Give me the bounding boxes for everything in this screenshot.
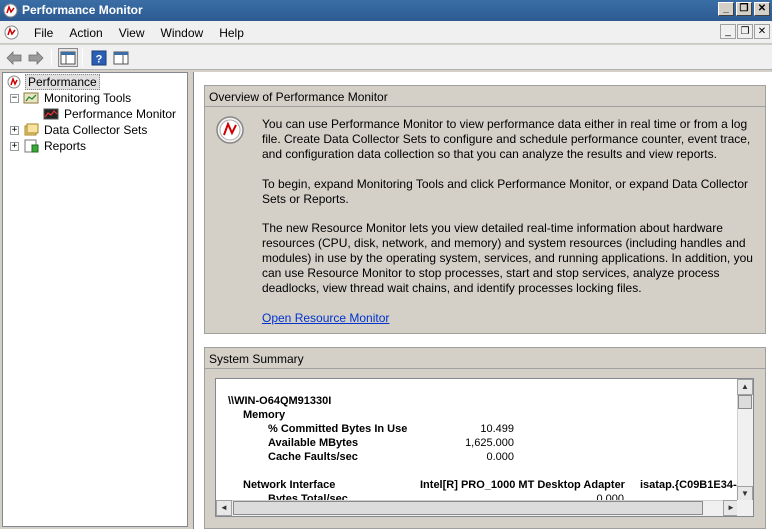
system-summary-header[interactable]: System Summary	[204, 347, 766, 369]
tree-item-data-collector-sets[interactable]: + Data Collector Sets	[10, 122, 149, 138]
counter-value: 10.499	[480, 423, 514, 435]
collapse-icon[interactable]: −	[10, 93, 19, 103]
tree-item-monitoring-tools[interactable]: − Monitoring Tools	[10, 90, 133, 106]
menu-view[interactable]: View	[111, 26, 153, 40]
restore-button[interactable]: ❐	[736, 2, 752, 16]
scrollbar-corner	[737, 500, 753, 516]
content-pane: Overview of Performance Monitor You can …	[193, 72, 772, 529]
counter-value: 1,625.000	[465, 437, 514, 449]
counter-label: Cache Faults/sec	[268, 451, 358, 463]
toolbar: ?	[0, 45, 772, 70]
svg-text:?: ?	[96, 53, 103, 65]
memory-category: Memory	[243, 409, 286, 421]
monitoring-tools-icon	[23, 92, 39, 104]
back-icon	[6, 50, 22, 65]
tree-label-performance: Performance	[25, 74, 100, 90]
expand-icon[interactable]: +	[10, 125, 19, 135]
counter-label: Available MBytes	[268, 437, 359, 449]
overview-header[interactable]: Overview of Performance Monitor	[204, 85, 766, 107]
performance-monitor-graph-icon	[43, 108, 59, 120]
title-bar: Performance Monitor _ ❐ ✕	[0, 0, 772, 21]
minimize-button[interactable]: _	[718, 2, 734, 16]
properties-icon	[113, 51, 129, 64]
show-hide-console-tree-button[interactable]	[58, 48, 78, 67]
performance-icon	[7, 75, 21, 89]
horizontal-scroll-thumb[interactable]	[233, 501, 703, 515]
child-close-button[interactable]: ✕	[754, 24, 770, 39]
tree-item-performance-monitor[interactable]: Performance Monitor	[43, 106, 178, 122]
network-adapter-column: isatap.{C09B1E34-4	[640, 479, 743, 491]
console-tree-icon	[60, 51, 76, 64]
overview-paragraph-3: The new Resource Monitor lets you view d…	[262, 221, 753, 295]
performance-monitor-icon	[3, 3, 18, 18]
menu-file[interactable]: File	[26, 26, 61, 40]
back-button[interactable]	[4, 48, 24, 67]
performance-monitor-icon	[216, 116, 244, 144]
vertical-scrollbar[interactable]: ▲ ▼	[737, 379, 753, 502]
system-menu-icon[interactable]	[4, 25, 19, 40]
menu-help[interactable]: Help	[211, 26, 252, 40]
system-summary-panel: \\WIN-O64QM91330I Memory % Committed Byt…	[204, 369, 766, 529]
scroll-left-icon[interactable]: ◄	[216, 500, 232, 516]
counter-label: % Committed Bytes In Use	[268, 423, 408, 435]
overview-paragraph-2: To begin, expand Monitoring Tools and cl…	[262, 177, 749, 206]
child-minimize-button[interactable]: _	[720, 24, 736, 39]
tree-item-reports[interactable]: + Reports	[10, 138, 88, 154]
window-title: Performance Monitor	[22, 3, 143, 17]
tree-label-reports: Reports	[44, 139, 87, 153]
machine-name: \\WIN-O64QM91330I	[228, 395, 332, 407]
system-summary-view[interactable]: \\WIN-O64QM91330I Memory % Committed Byt…	[215, 378, 754, 517]
forward-button[interactable]	[26, 48, 46, 67]
tree-label-data-collector-sets: Data Collector Sets	[44, 123, 148, 137]
menu-action[interactable]: Action	[61, 26, 110, 40]
horizontal-scrollbar[interactable]: ◄ ►	[216, 500, 739, 516]
tree-label-performance-monitor: Performance Monitor	[64, 107, 177, 121]
tree-item-performance[interactable]: Performance	[6, 74, 100, 90]
console-tree: Performance − Monitoring Tools Performan…	[2, 72, 188, 527]
network-interface-category: Network Interface	[243, 479, 336, 491]
scroll-up-icon[interactable]: ▲	[737, 379, 753, 395]
open-resource-monitor-link[interactable]: Open Resource Monitor	[262, 311, 389, 325]
properties-button[interactable]	[111, 48, 131, 67]
network-adapter-column: Intel[R] PRO_1000 MT Desktop Adapter	[420, 479, 625, 491]
data-collector-sets-icon	[24, 123, 39, 136]
menu-window[interactable]: Window	[153, 26, 212, 40]
forward-icon	[28, 50, 44, 65]
close-button[interactable]: ✕	[754, 2, 770, 16]
counter-value: 0.000	[486, 451, 514, 463]
overview-panel: You can use Performance Monitor to view …	[204, 107, 766, 334]
menu-bar: File Action View Window Help _ ❐ ✕	[0, 21, 772, 44]
tree-label-monitoring-tools: Monitoring Tools	[44, 91, 132, 105]
help-button[interactable]: ?	[89, 48, 109, 67]
vertical-scroll-thumb[interactable]	[738, 395, 752, 409]
reports-icon	[24, 139, 39, 153]
expand-icon[interactable]: +	[10, 141, 19, 151]
child-restore-button[interactable]: ❐	[737, 24, 753, 39]
overview-paragraph-1: You can use Performance Monitor to view …	[262, 117, 751, 161]
help-icon: ?	[91, 50, 107, 65]
